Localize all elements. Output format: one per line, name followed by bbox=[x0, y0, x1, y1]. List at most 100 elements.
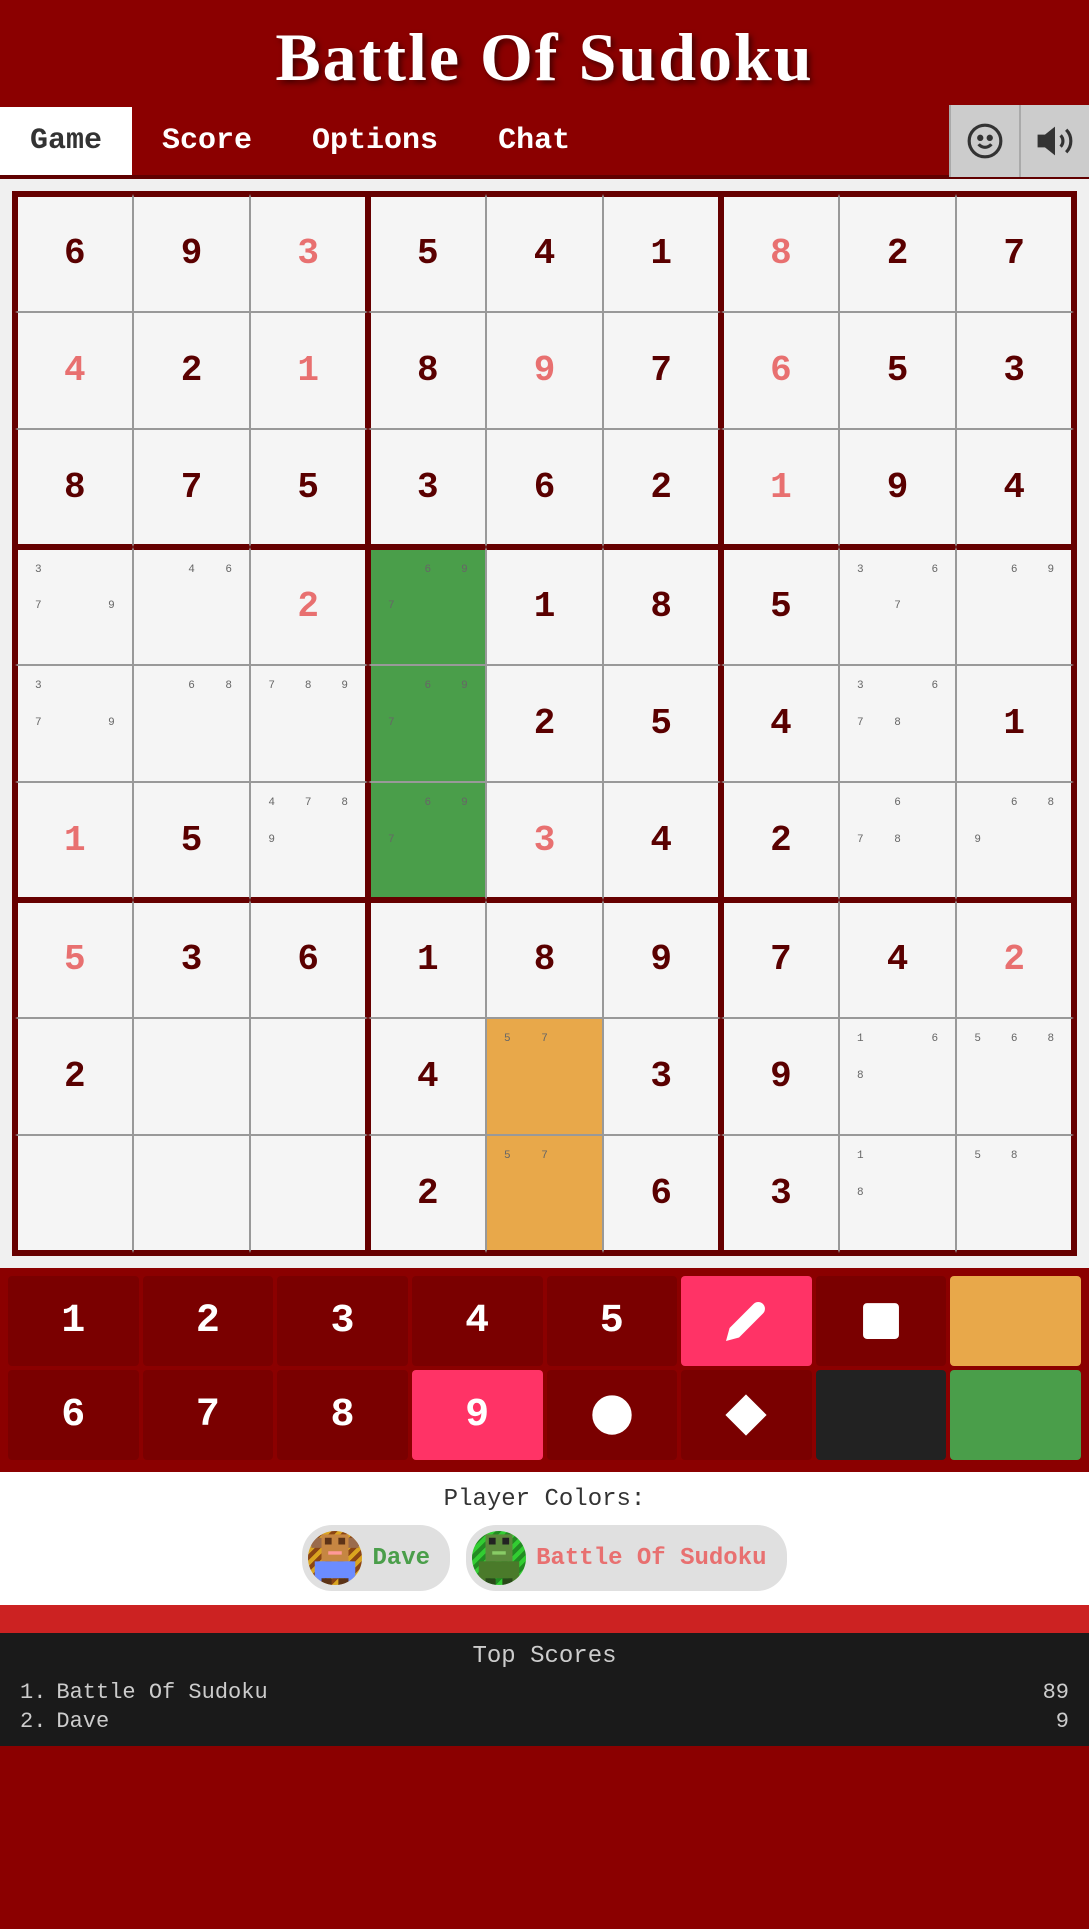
cell-6-7[interactable]: 4 bbox=[839, 900, 957, 1018]
cell-2-7[interactable]: 9 bbox=[839, 429, 957, 547]
cell-3-1[interactable]: 46 bbox=[133, 547, 251, 665]
cell-0-0[interactable]: 6 bbox=[15, 194, 133, 312]
cell-8-7[interactable]: 18 bbox=[839, 1135, 957, 1253]
color-orange-button[interactable] bbox=[950, 1276, 1081, 1366]
cell-3-3[interactable]: 697 bbox=[368, 547, 486, 665]
cell-4-3[interactable]: 697 bbox=[368, 665, 486, 783]
cell-4-5[interactable]: 5 bbox=[603, 665, 721, 783]
cell-0-4[interactable]: 4 bbox=[486, 194, 604, 312]
cell-3-5[interactable]: 8 bbox=[603, 547, 721, 665]
cell-7-4[interactable]: 57 bbox=[486, 1018, 604, 1136]
cell-8-4[interactable]: 57 bbox=[486, 1135, 604, 1253]
cell-4-2[interactable]: 789 bbox=[250, 665, 368, 783]
cell-2-6[interactable]: 1 bbox=[721, 429, 839, 547]
cell-5-3[interactable]: 697 bbox=[368, 782, 486, 900]
smiley-icon-button[interactable] bbox=[949, 105, 1019, 177]
cell-8-0[interactable] bbox=[15, 1135, 133, 1253]
cell-0-6[interactable]: 8 bbox=[721, 194, 839, 312]
cell-0-1[interactable]: 9 bbox=[133, 194, 251, 312]
cell-2-2[interactable]: 5 bbox=[250, 429, 368, 547]
cell-2-5[interactable]: 2 bbox=[603, 429, 721, 547]
cell-5-7[interactable]: 678 bbox=[839, 782, 957, 900]
num-4-button[interactable]: 4 bbox=[412, 1276, 543, 1366]
cell-1-1[interactable]: 2 bbox=[133, 312, 251, 430]
cell-7-5[interactable]: 3 bbox=[603, 1018, 721, 1136]
cell-6-6[interactable]: 7 bbox=[721, 900, 839, 1018]
cell-7-6[interactable]: 9 bbox=[721, 1018, 839, 1136]
cell-3-2[interactable]: 2 bbox=[250, 547, 368, 665]
no-button[interactable] bbox=[547, 1370, 678, 1460]
cell-5-4[interactable]: 3 bbox=[486, 782, 604, 900]
cell-1-0[interactable]: 4 bbox=[15, 312, 133, 430]
cell-0-8[interactable]: 7 bbox=[956, 194, 1074, 312]
cell-5-5[interactable]: 4 bbox=[603, 782, 721, 900]
diamond-button[interactable] bbox=[681, 1370, 812, 1460]
cell-1-7[interactable]: 5 bbox=[839, 312, 957, 430]
num-6-button[interactable]: 6 bbox=[8, 1370, 139, 1460]
color-black-button[interactable] bbox=[816, 1370, 947, 1460]
cell-7-3[interactable]: 4 bbox=[368, 1018, 486, 1136]
square-button[interactable] bbox=[816, 1276, 947, 1366]
color-green-button[interactable] bbox=[950, 1370, 1081, 1460]
cell-4-7[interactable]: 3678 bbox=[839, 665, 957, 783]
num-2-button[interactable]: 2 bbox=[143, 1276, 274, 1366]
num-3-button[interactable]: 3 bbox=[277, 1276, 408, 1366]
cell-3-6[interactable]: 5 bbox=[721, 547, 839, 665]
cell-3-8[interactable]: 69 bbox=[956, 547, 1074, 665]
cell-1-8[interactable]: 3 bbox=[956, 312, 1074, 430]
num-8-button[interactable]: 8 bbox=[277, 1370, 408, 1460]
cell-1-2[interactable]: 1 bbox=[250, 312, 368, 430]
cell-7-0[interactable]: 2 bbox=[15, 1018, 133, 1136]
cell-2-3[interactable]: 3 bbox=[368, 429, 486, 547]
cell-2-1[interactable]: 7 bbox=[133, 429, 251, 547]
cell-6-8[interactable]: 2 bbox=[956, 900, 1074, 1018]
cell-7-7[interactable]: 168 bbox=[839, 1018, 957, 1136]
cell-6-3[interactable]: 1 bbox=[368, 900, 486, 1018]
cell-5-6[interactable]: 2 bbox=[721, 782, 839, 900]
num-9-button[interactable]: 9 bbox=[412, 1370, 543, 1460]
cell-7-1[interactable] bbox=[133, 1018, 251, 1136]
tab-game[interactable]: Game bbox=[0, 107, 132, 175]
cell-6-2[interactable]: 6 bbox=[250, 900, 368, 1018]
cell-8-8[interactable]: 58 bbox=[956, 1135, 1074, 1253]
sound-icon-button[interactable] bbox=[1019, 105, 1089, 177]
cell-2-0[interactable]: 8 bbox=[15, 429, 133, 547]
tab-chat[interactable]: Chat bbox=[468, 107, 600, 175]
cell-4-6[interactable]: 4 bbox=[721, 665, 839, 783]
cell-4-0[interactable]: 379 bbox=[15, 665, 133, 783]
cell-0-2[interactable]: 3 bbox=[250, 194, 368, 312]
cell-5-1[interactable]: 5 bbox=[133, 782, 251, 900]
cell-5-0[interactable]: 1 bbox=[15, 782, 133, 900]
num-1-button[interactable]: 1 bbox=[8, 1276, 139, 1366]
cell-5-2[interactable]: 4789 bbox=[250, 782, 368, 900]
cell-1-6[interactable]: 6 bbox=[721, 312, 839, 430]
cell-8-5[interactable]: 6 bbox=[603, 1135, 721, 1253]
cell-6-0[interactable]: 5 bbox=[15, 900, 133, 1018]
cell-8-3[interactable]: 2 bbox=[368, 1135, 486, 1253]
cell-6-1[interactable]: 3 bbox=[133, 900, 251, 1018]
cell-4-1[interactable]: 68 bbox=[133, 665, 251, 783]
cell-2-4[interactable]: 6 bbox=[486, 429, 604, 547]
cell-0-3[interactable]: 5 bbox=[368, 194, 486, 312]
cell-6-5[interactable]: 9 bbox=[603, 900, 721, 1018]
cell-3-0[interactable]: 379 bbox=[15, 547, 133, 665]
cell-3-4[interactable]: 1 bbox=[486, 547, 604, 665]
cell-8-1[interactable] bbox=[133, 1135, 251, 1253]
cell-2-8[interactable]: 4 bbox=[956, 429, 1074, 547]
cell-7-2[interactable] bbox=[250, 1018, 368, 1136]
tab-score[interactable]: Score bbox=[132, 107, 282, 175]
cell-1-4[interactable]: 9 bbox=[486, 312, 604, 430]
cell-4-8[interactable]: 1 bbox=[956, 665, 1074, 783]
cell-8-6[interactable]: 3 bbox=[721, 1135, 839, 1253]
num-5-button[interactable]: 5 bbox=[547, 1276, 678, 1366]
cell-8-2[interactable] bbox=[250, 1135, 368, 1253]
cell-1-3[interactable]: 8 bbox=[368, 312, 486, 430]
cell-5-8[interactable]: 689 bbox=[956, 782, 1074, 900]
cell-3-7[interactable]: 367 bbox=[839, 547, 957, 665]
cell-1-5[interactable]: 7 bbox=[603, 312, 721, 430]
tab-options[interactable]: Options bbox=[282, 107, 468, 175]
cell-0-7[interactable]: 2 bbox=[839, 194, 957, 312]
cell-7-8[interactable]: 568 bbox=[956, 1018, 1074, 1136]
cell-0-5[interactable]: 1 bbox=[603, 194, 721, 312]
num-7-button[interactable]: 7 bbox=[143, 1370, 274, 1460]
